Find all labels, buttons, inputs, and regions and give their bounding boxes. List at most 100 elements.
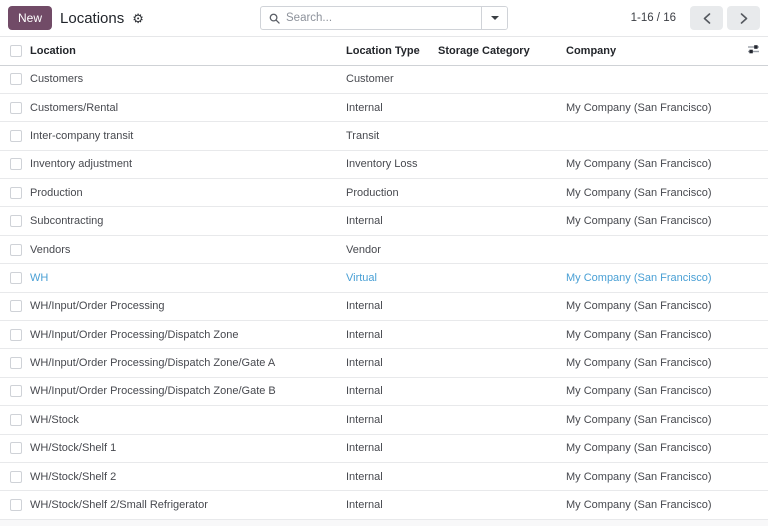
row-checkbox[interactable] <box>10 357 22 369</box>
cell-location[interactable]: Inventory adjustment <box>30 150 346 178</box>
row-checkbox[interactable] <box>10 442 22 454</box>
cell-storage-category[interactable] <box>438 122 566 150</box>
cell-location[interactable]: Production <box>30 179 346 207</box>
cell-storage-category[interactable] <box>438 235 566 263</box>
cell-location-type[interactable]: Vendor <box>346 235 438 263</box>
row-checkbox[interactable] <box>10 73 22 85</box>
cell-location-type[interactable]: Internal <box>346 406 438 434</box>
table-row[interactable]: CustomersCustomer <box>0 65 768 93</box>
column-header-location[interactable]: Location <box>30 37 346 65</box>
cell-company[interactable]: My Company (San Francisco) <box>566 321 744 349</box>
cell-location[interactable]: WH/Stock/Shelf 2/Small Refrigerator <box>30 491 346 519</box>
cell-location-type[interactable]: Customer <box>346 65 438 93</box>
cell-storage-category[interactable] <box>438 462 566 490</box>
column-header-company[interactable]: Company <box>566 37 744 65</box>
select-all-checkbox[interactable] <box>10 45 22 57</box>
cell-location[interactable]: WH/Stock <box>30 406 346 434</box>
pager-next-button[interactable] <box>727 6 760 30</box>
optional-columns-button[interactable] <box>747 44 760 54</box>
cell-location[interactable]: Subcontracting <box>30 207 346 235</box>
pager-previous-button[interactable] <box>690 6 723 30</box>
cell-company[interactable] <box>566 122 744 150</box>
cell-company[interactable]: My Company (San Francisco) <box>566 150 744 178</box>
cell-location[interactable]: WH <box>30 264 346 292</box>
cell-storage-category[interactable] <box>438 434 566 462</box>
cell-location[interactable]: WH/Input/Order Processing/Dispatch Zone <box>30 321 346 349</box>
cell-company[interactable]: My Company (San Francisco) <box>566 207 744 235</box>
cell-storage-category[interactable] <box>438 179 566 207</box>
cell-company[interactable]: My Company (San Francisco) <box>566 491 744 519</box>
cell-company[interactable] <box>566 65 744 93</box>
cell-location[interactable]: WH/Stock/Shelf 1 <box>30 434 346 462</box>
table-row[interactable]: Customers/RentalInternal My Company (San … <box>0 93 768 121</box>
cell-company[interactable]: My Company (San Francisco) <box>566 377 744 405</box>
search-input[interactable] <box>286 12 473 24</box>
row-checkbox[interactable] <box>10 385 22 397</box>
cell-company[interactable]: My Company (San Francisco) <box>566 93 744 121</box>
cell-company[interactable] <box>566 235 744 263</box>
cell-storage-category[interactable] <box>438 150 566 178</box>
cell-storage-category[interactable] <box>438 349 566 377</box>
cell-location-type[interactable]: Internal <box>346 377 438 405</box>
cell-storage-category[interactable] <box>438 491 566 519</box>
table-row[interactable]: Inventory adjustmentInventory Loss My Com… <box>0 150 768 178</box>
cell-location[interactable]: WH/Input/Order Processing/Dispatch Zone/… <box>30 377 346 405</box>
table-row[interactable]: WH/Input/Order ProcessingInternal My Comp… <box>0 292 768 320</box>
cell-company[interactable]: My Company (San Francisco) <box>566 264 744 292</box>
row-checkbox[interactable] <box>10 471 22 483</box>
cell-storage-category[interactable] <box>438 377 566 405</box>
table-row[interactable]: WH/Input/Order Processing/Dispatch Zone/… <box>0 349 768 377</box>
table-row[interactable]: WH/Input/Order Processing/Dispatch ZoneI… <box>0 321 768 349</box>
cell-company[interactable]: My Company (San Francisco) <box>566 462 744 490</box>
cell-location-type[interactable]: Internal <box>346 207 438 235</box>
column-header-storage-category[interactable]: Storage Category <box>438 37 566 65</box>
table-row[interactable]: SubcontractingInternal My Company (San Fr… <box>0 207 768 235</box>
cell-location[interactable]: Vendors <box>30 235 346 263</box>
cell-location-type[interactable]: Internal <box>346 93 438 121</box>
cell-location-type[interactable]: Production <box>346 179 438 207</box>
cell-location[interactable]: Customers/Rental <box>30 93 346 121</box>
gear-icon[interactable]: ⚙ <box>132 12 144 25</box>
cell-storage-category[interactable] <box>438 65 566 93</box>
cell-storage-category[interactable] <box>438 264 566 292</box>
cell-location[interactable]: Customers <box>30 65 346 93</box>
search-dropdown-toggle[interactable] <box>481 7 507 29</box>
cell-location-type[interactable]: Inventory Loss <box>346 150 438 178</box>
table-row[interactable]: WH/Stock/Shelf 2Internal My Company (San … <box>0 462 768 490</box>
cell-location-type[interactable]: Internal <box>346 292 438 320</box>
cell-location[interactable]: Inter-company transit <box>30 122 346 150</box>
cell-company[interactable]: My Company (San Francisco) <box>566 292 744 320</box>
cell-location-type[interactable]: Internal <box>346 434 438 462</box>
cell-location-type[interactable]: Internal <box>346 321 438 349</box>
cell-company[interactable]: My Company (San Francisco) <box>566 179 744 207</box>
cell-location[interactable]: WH/Stock/Shelf 2 <box>30 462 346 490</box>
cell-company[interactable]: My Company (San Francisco) <box>566 434 744 462</box>
cell-company[interactable]: My Company (San Francisco) <box>566 349 744 377</box>
cell-location-type[interactable]: Internal <box>346 462 438 490</box>
row-checkbox[interactable] <box>10 414 22 426</box>
table-row[interactable]: WHVirtual My Company (San Francisco) <box>0 264 768 292</box>
cell-location-type[interactable]: Internal <box>346 491 438 519</box>
table-row[interactable]: ProductionProduction My Company (San Fran… <box>0 179 768 207</box>
row-checkbox[interactable] <box>10 244 22 256</box>
table-row[interactable]: WH/Stock/Shelf 2/Small RefrigeratorInter… <box>0 491 768 519</box>
cell-storage-category[interactable] <box>438 292 566 320</box>
cell-storage-category[interactable] <box>438 207 566 235</box>
row-checkbox[interactable] <box>10 158 22 170</box>
cell-location-type[interactable]: Transit <box>346 122 438 150</box>
row-checkbox[interactable] <box>10 187 22 199</box>
cell-storage-category[interactable] <box>438 93 566 121</box>
row-checkbox[interactable] <box>10 130 22 142</box>
cell-location-type[interactable]: Virtual <box>346 264 438 292</box>
cell-company[interactable]: My Company (San Francisco) <box>566 406 744 434</box>
table-row[interactable]: WH/StockInternal My Company (San Francisc… <box>0 406 768 434</box>
row-checkbox[interactable] <box>10 102 22 114</box>
row-checkbox[interactable] <box>10 499 22 511</box>
cell-location[interactable]: WH/Input/Order Processing <box>30 292 346 320</box>
table-row[interactable]: VendorsVendor <box>0 235 768 263</box>
row-checkbox[interactable] <box>10 329 22 341</box>
table-row[interactable]: WH/Input/Order Processing/Dispatch Zone/… <box>0 377 768 405</box>
column-header-location-type[interactable]: Location Type <box>346 37 438 65</box>
cell-storage-category[interactable] <box>438 406 566 434</box>
new-button[interactable]: New <box>8 6 52 30</box>
